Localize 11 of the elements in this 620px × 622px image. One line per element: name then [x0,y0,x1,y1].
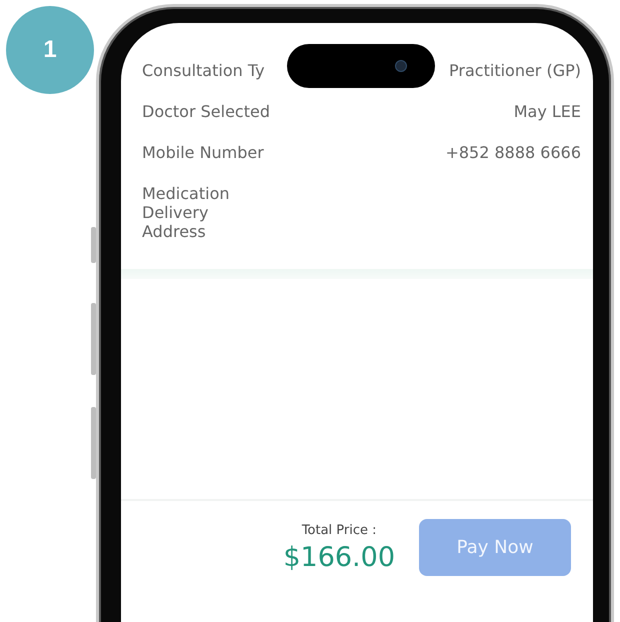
detail-value: May LEE [514,102,581,123]
total-price: $166.00 [283,542,395,572]
total-price-label: Total Price : [302,522,377,538]
detail-label: Mobile Number [142,143,264,164]
step-badge: 1 [6,6,94,94]
detail-value: Practitioner (GP) [449,61,581,82]
detail-label: Medication Delivery Address [142,184,230,241]
camera-icon [395,60,407,72]
detail-label: Doctor Selected [142,102,270,123]
detail-value: +852 8888 6666 [445,143,581,164]
detail-label: Consultation Ty [142,61,265,82]
